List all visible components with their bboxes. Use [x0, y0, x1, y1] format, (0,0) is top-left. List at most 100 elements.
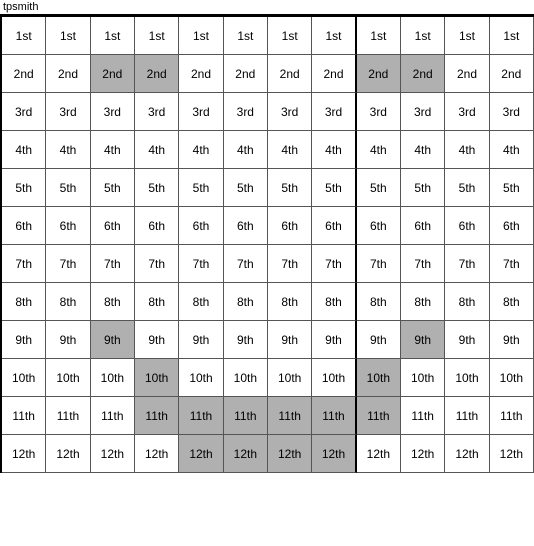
table-cell: 12th	[490, 435, 534, 473]
table-cell: 3rd	[490, 93, 534, 131]
table-cell: 2nd	[268, 55, 312, 93]
table-cell: 11th	[357, 397, 401, 435]
table-cell: 3rd	[401, 93, 445, 131]
table-cell: 1st	[46, 17, 90, 55]
table-cell: 9th	[357, 321, 401, 359]
table-cell: 10th	[445, 359, 489, 397]
table-cell: 4th	[179, 131, 223, 169]
table-cell: 5th	[224, 169, 268, 207]
table-cell: 8th	[179, 283, 223, 321]
table-cell: 4th	[46, 131, 90, 169]
table-cell: 5th	[312, 169, 356, 207]
table-cell: 11th	[2, 397, 46, 435]
table-cell: 6th	[135, 207, 179, 245]
table-cell: 2nd	[445, 55, 489, 93]
table-cell: 7th	[91, 245, 135, 283]
table-cell: 1st	[357, 17, 401, 55]
table-cell: 4th	[401, 131, 445, 169]
table-cell: 12th	[2, 435, 46, 473]
table-cell: 1st	[401, 17, 445, 55]
table-cell: 12th	[91, 435, 135, 473]
table-cell: 6th	[401, 207, 445, 245]
table-cell: 6th	[312, 207, 356, 245]
table-cell: 4th	[490, 131, 534, 169]
table-cell: 9th	[490, 321, 534, 359]
table-cell: 12th	[224, 435, 268, 473]
table-cell: 2nd	[135, 55, 179, 93]
table-cell: 2nd	[2, 55, 46, 93]
table-cell: 7th	[401, 245, 445, 283]
table-cell: 7th	[490, 245, 534, 283]
table-cell: 3rd	[2, 93, 46, 131]
table-cell: 4th	[2, 131, 46, 169]
table-cell: 8th	[268, 283, 312, 321]
table-cell: 6th	[2, 207, 46, 245]
table-cell: 6th	[490, 207, 534, 245]
table-cell: 10th	[312, 359, 356, 397]
table-cell: 11th	[91, 397, 135, 435]
table-cell: 8th	[445, 283, 489, 321]
table-cell: 11th	[445, 397, 489, 435]
table-cell: 7th	[179, 245, 223, 283]
table-cell: 12th	[179, 435, 223, 473]
table-cell: 5th	[401, 169, 445, 207]
table-cell: 1st	[490, 17, 534, 55]
table-cell: 9th	[179, 321, 223, 359]
table-cell: 6th	[445, 207, 489, 245]
table-cell: 11th	[135, 397, 179, 435]
table-cell: 3rd	[445, 93, 489, 131]
table-cell: 2nd	[312, 55, 356, 93]
table-cell: 5th	[91, 169, 135, 207]
table-cell: 10th	[268, 359, 312, 397]
table-cell: 4th	[224, 131, 268, 169]
table-cell: 5th	[445, 169, 489, 207]
table-cell: 3rd	[179, 93, 223, 131]
table-cell: 11th	[46, 397, 90, 435]
table-cell: 8th	[224, 283, 268, 321]
table-cell: 8th	[490, 283, 534, 321]
table-cell: 12th	[135, 435, 179, 473]
table-cell: 4th	[357, 131, 401, 169]
table-cell: 11th	[268, 397, 312, 435]
table-cell: 4th	[91, 131, 135, 169]
table-cell: 10th	[224, 359, 268, 397]
table-cell: 2nd	[91, 55, 135, 93]
table-cell: 12th	[312, 435, 356, 473]
table-cell: 10th	[91, 359, 135, 397]
table-cell: 8th	[312, 283, 356, 321]
table-cell: 7th	[224, 245, 268, 283]
table-cell: 2nd	[179, 55, 223, 93]
table-cell: 4th	[312, 131, 356, 169]
table-cell: 8th	[46, 283, 90, 321]
table-cell: 10th	[2, 359, 46, 397]
table-cell: 1st	[91, 17, 135, 55]
table-cell: 12th	[401, 435, 445, 473]
table-cell: 12th	[268, 435, 312, 473]
table-cell: 6th	[179, 207, 223, 245]
table-cell: 4th	[445, 131, 489, 169]
table-cell: 12th	[357, 435, 401, 473]
table-cell: 2nd	[46, 55, 90, 93]
table-cell: 1st	[445, 17, 489, 55]
table-cell: 1st	[179, 17, 223, 55]
table-cell: 2nd	[490, 55, 534, 93]
table-cell: 7th	[445, 245, 489, 283]
table-cell: 9th	[2, 321, 46, 359]
table-cell: 1st	[2, 17, 46, 55]
table-cell: 7th	[268, 245, 312, 283]
table-cell: 5th	[135, 169, 179, 207]
table-cell: 10th	[135, 359, 179, 397]
table-cell: 12th	[445, 435, 489, 473]
table-cell: 3rd	[135, 93, 179, 131]
table-cell: 3rd	[312, 93, 356, 131]
table-cell: 9th	[268, 321, 312, 359]
table-cell: 10th	[490, 359, 534, 397]
table-cell: 8th	[357, 283, 401, 321]
table-cell: 9th	[445, 321, 489, 359]
table-cell: 2nd	[224, 55, 268, 93]
table-cell: 3rd	[357, 93, 401, 131]
table-cell: 9th	[91, 321, 135, 359]
table-cell: 7th	[46, 245, 90, 283]
table-cell: 3rd	[268, 93, 312, 131]
table-cell: 5th	[179, 169, 223, 207]
